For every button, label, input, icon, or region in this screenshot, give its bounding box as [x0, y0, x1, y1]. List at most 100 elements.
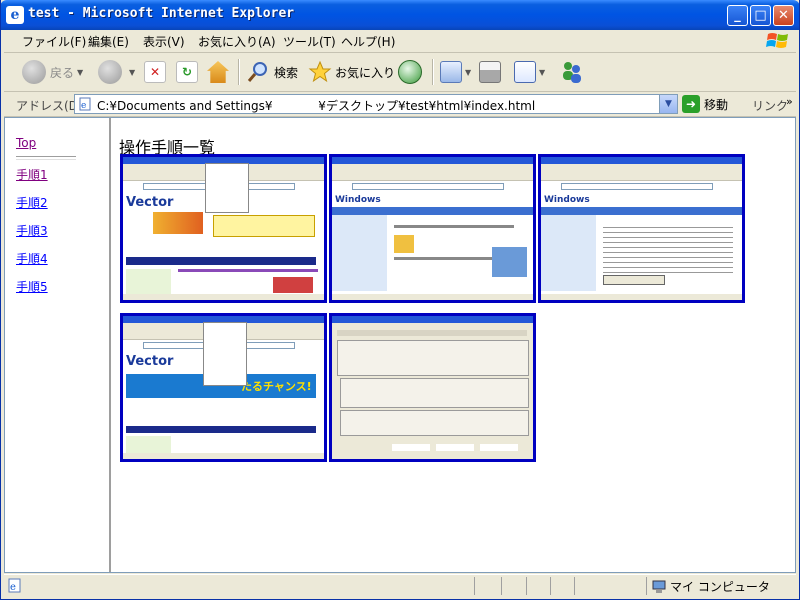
thumb-update-header [332, 207, 533, 215]
favorites-button[interactable]: お気に入り [308, 57, 395, 87]
thumb-group-box [337, 340, 529, 376]
status-bar: e マイ コンピュータ [4, 574, 796, 597]
windows-logo-icon [766, 33, 788, 48]
step1-thumbnail[interactable]: Vector [120, 154, 327, 303]
stop-icon: ✕ [144, 61, 166, 83]
chevron-down-icon[interactable]: ▼ [129, 68, 135, 77]
address-dropdown-icon[interactable]: ▼ [659, 95, 677, 113]
svg-text:e: e [10, 582, 16, 593]
status-divider [646, 577, 647, 595]
thumb-titlebar [332, 157, 533, 164]
menu-file[interactable]: ファイル(F) [22, 33, 86, 50]
thumb-toolbar [332, 164, 533, 181]
step3-thumbnail[interactable]: Windows [538, 154, 745, 303]
forward-button[interactable]: ▼ [98, 57, 135, 87]
menu-help[interactable]: ヘルプ(H) [341, 33, 395, 50]
close-button[interactable]: ✕ [773, 5, 794, 26]
thumb-sidebar [332, 215, 387, 291]
page-icon: e [8, 578, 21, 593]
nav-link-top[interactable]: Top [16, 136, 36, 150]
security-zone: マイ コンピュータ [652, 578, 770, 595]
thumb-button [603, 275, 665, 285]
address-input[interactable]: e C:¥Documents and Settings¥ ¥デスクトップ¥tes… [74, 94, 678, 114]
nav-link-step3[interactable]: 手順3 [16, 222, 48, 239]
forward-arrow-icon [98, 60, 122, 84]
nav-link-step4[interactable]: 手順4 [16, 250, 48, 267]
home-button[interactable] [207, 57, 229, 87]
printer-icon [479, 61, 501, 83]
menu-tools[interactable]: ツール(T) [283, 33, 336, 50]
edit-button[interactable]: ▼ [514, 57, 545, 87]
thumb-group-box [340, 378, 529, 408]
favorites-label: お気に入り [335, 65, 396, 80]
menu-view[interactable]: 表示(V) [143, 33, 185, 50]
thumb-statusbar [123, 453, 324, 459]
thumb-navbar [126, 426, 316, 433]
standard-toolbar: 戻る ▼ ▼ ✕ ↻ 検索 お気に入り ▼ ▼ [4, 53, 796, 92]
nav-divider [16, 156, 76, 160]
mail-button[interactable]: ▼ [440, 57, 471, 87]
mail-icon [440, 61, 462, 83]
chevron-right-icon[interactable]: » [786, 95, 793, 108]
menu-edit[interactable]: 編集(E) [88, 33, 129, 50]
chevron-down-icon[interactable]: ▼ [77, 68, 83, 77]
menu-favorites[interactable]: お気に入り(A) [198, 33, 276, 50]
messenger-button[interactable] [560, 57, 584, 87]
thumb-ad-banner [213, 215, 315, 237]
thumb-group-box [340, 410, 529, 436]
print-button[interactable] [479, 57, 501, 87]
svg-text:e: e [81, 101, 86, 111]
thumb-toolbar [541, 164, 742, 181]
thumb-promo-text: たるチャンス! [241, 380, 312, 393]
thumb-logo: Vector [126, 195, 174, 210]
links-toolbar[interactable]: リンク [752, 97, 788, 114]
minimize-button[interactable]: _ [727, 5, 748, 26]
thumb-titlebar [541, 157, 742, 164]
go-button[interactable]: ➜ 移動 [682, 94, 728, 114]
history-button[interactable] [398, 57, 426, 87]
address-bar: アドレス(D) e C:¥Documents and Settings¥ ¥デス… [4, 92, 796, 117]
title-bar[interactable]: e test - Microsoft Internet Explorer _ □… [0, 0, 800, 30]
thumb-tabs [337, 330, 527, 336]
thumb-content-icon [394, 235, 414, 253]
nav-frame: Top 手順1 手順2 手順3 手順4 手順5 [5, 118, 111, 572]
nav-link-step2[interactable]: 手順2 [16, 194, 48, 211]
maximize-button[interactable]: □ [750, 5, 771, 26]
toolbar-separator [432, 59, 434, 85]
thumb-update-header [541, 207, 742, 215]
back-button[interactable]: 戻る ▼ [22, 57, 83, 87]
go-arrow-icon: ➜ [682, 95, 700, 113]
ie-app-icon: e [6, 6, 24, 24]
go-label: 移動 [704, 97, 729, 112]
thumb-content-line [178, 269, 318, 272]
address-url: C:¥Documents and Settings¥ ¥デスクトップ¥test¥… [97, 99, 536, 113]
chevron-down-icon[interactable]: ▼ [539, 68, 545, 77]
stop-button[interactable]: ✕ [144, 57, 166, 87]
thumb-logo: Vector [126, 354, 174, 369]
thumb-address [561, 183, 713, 190]
step4-thumbnail[interactable]: Vector たるチャンス! [120, 313, 327, 462]
page-icon: e [79, 97, 91, 111]
thumb-content-line [394, 225, 514, 228]
refresh-button[interactable]: ↻ [176, 57, 198, 87]
thumb-titlebar [332, 316, 533, 323]
step5-thumbnail[interactable] [329, 313, 536, 462]
toolbar-separator [238, 59, 240, 85]
status-divider [474, 577, 475, 595]
back-label: 戻る [50, 65, 75, 80]
thumb-text-block [603, 223, 733, 273]
thumb-sidebar [126, 269, 171, 295]
step2-thumbnail[interactable]: Windows [329, 154, 536, 303]
thumb-dropdown-menu [203, 322, 247, 386]
chevron-down-icon[interactable]: ▼ [465, 68, 471, 77]
search-button[interactable]: 検索 [246, 57, 298, 87]
nav-link-step1[interactable]: 手順1 [16, 166, 48, 183]
star-icon [308, 60, 332, 83]
window-title: test - Microsoft Internet Explorer [28, 6, 295, 21]
thumb-address [352, 183, 504, 190]
thumb-content-image [273, 277, 313, 293]
thumb-sidebar [541, 215, 596, 291]
page-content: Top 手順1 手順2 手順3 手順4 手順5 操作手順一覧 Vector Wi… [4, 117, 796, 573]
thumb-dialog-buttons [392, 444, 522, 451]
nav-link-step5[interactable]: 手順5 [16, 278, 48, 295]
